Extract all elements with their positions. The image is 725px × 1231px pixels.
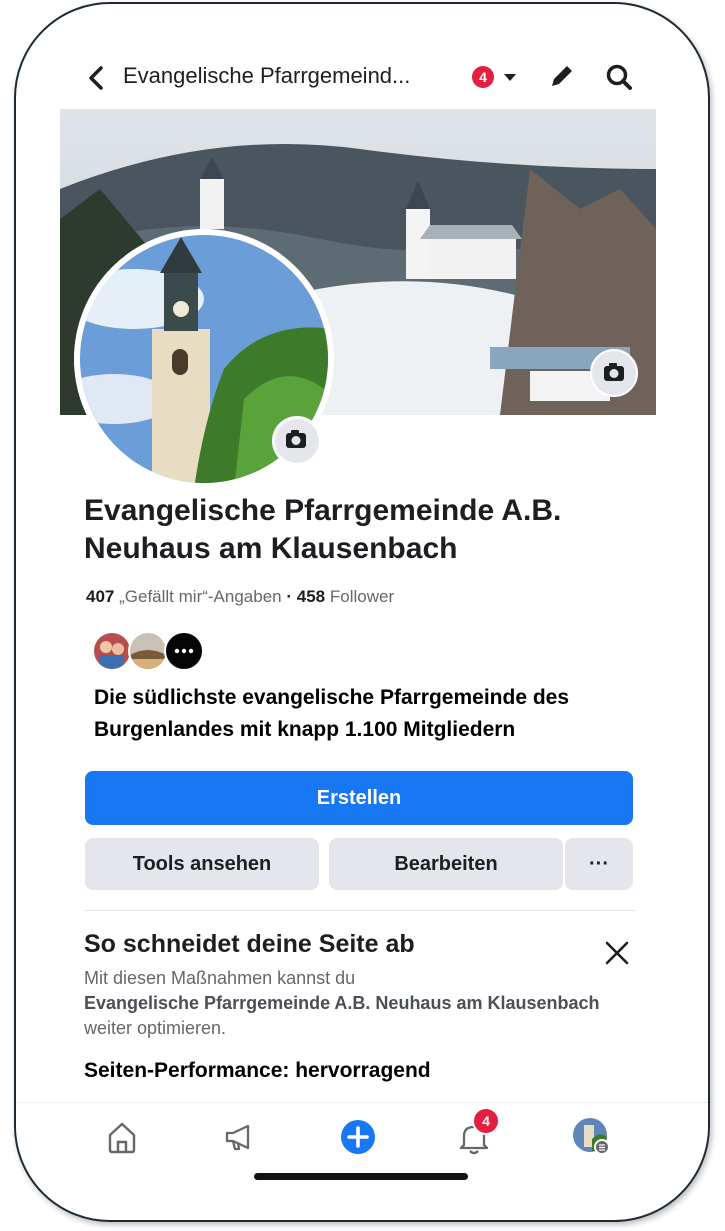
camera-icon (286, 430, 306, 448)
follower-avatars[interactable] (92, 631, 262, 671)
view-tools-button[interactable]: Tools ansehen (85, 838, 319, 890)
card-body-prefix: Mit diesen Maßnahmen kannst du (84, 968, 356, 988)
notification-badge: 4 (472, 66, 494, 88)
page-stats[interactable]: 407 „Gefällt mir“-Angaben · 458 Follower (86, 587, 394, 607)
follower-avatar (92, 631, 132, 671)
phone-frame: Evangelische Pfarrgemeind... 4 Evangelis… (14, 2, 710, 1222)
divider (84, 910, 636, 911)
caret-down-icon[interactable] (501, 70, 519, 84)
notification-count-badge: 4 (472, 1107, 500, 1135)
follower-avatar (128, 631, 168, 671)
stats-separator: · (286, 587, 293, 606)
more-dots-icon (174, 648, 194, 654)
camera-icon (604, 363, 624, 381)
create-button[interactable]: Erstellen (85, 771, 633, 825)
close-icon[interactable] (602, 938, 632, 968)
profile-avatar[interactable] (570, 1115, 614, 1159)
pencil-icon[interactable] (546, 60, 578, 92)
profile-camera-button[interactable] (272, 416, 322, 466)
megaphone-icon[interactable] (218, 1115, 262, 1159)
search-icon[interactable] (603, 61, 635, 93)
card-body-suffix: weiter optimieren. (84, 1018, 227, 1038)
page-description: Die südlichste evangelische Pfarrgemeind… (94, 686, 570, 741)
notifications-button[interactable]: 4 (452, 1107, 500, 1159)
likes-count: 407 (86, 587, 115, 606)
likes-label: „Gefällt mir“-Angaben (119, 587, 282, 606)
performance-rating: Seiten-Performance: hervorragend (84, 1059, 431, 1082)
profile-avatar-icon (573, 1118, 610, 1155)
followers-count: 458 (296, 587, 326, 606)
page-title: Evangelische Pfarrgemeinde A.B. Neuhaus … (84, 494, 562, 565)
home-indicator[interactable] (254, 1173, 468, 1180)
create-post-button[interactable] (336, 1115, 380, 1159)
back-arrow-icon[interactable] (82, 63, 112, 93)
performance-card-body: Mit diesen Maßnahmen kannst du Evangelis… (84, 966, 624, 1041)
top-bar: Evangelische Pfarrgemeind... 4 (16, 54, 708, 104)
more-followers-button[interactable] (164, 631, 204, 671)
home-icon[interactable] (100, 1115, 144, 1159)
more-actions-button[interactable]: ··· (565, 838, 633, 890)
followers-label: Follower (329, 587, 395, 606)
cover-camera-button[interactable] (590, 349, 638, 397)
plus-icon (341, 1120, 375, 1154)
bottom-tab-bar: 4 (16, 1102, 708, 1173)
edit-button[interactable]: Bearbeiten (329, 838, 563, 890)
performance-card-title: So schneidet deine Seite ab (84, 930, 415, 958)
page-name-header[interactable]: Evangelische Pfarrgemeind... (123, 63, 410, 89)
card-body-page-name[interactable]: Evangelische Pfarrgemeinde A.B. Neuhaus … (84, 993, 600, 1013)
